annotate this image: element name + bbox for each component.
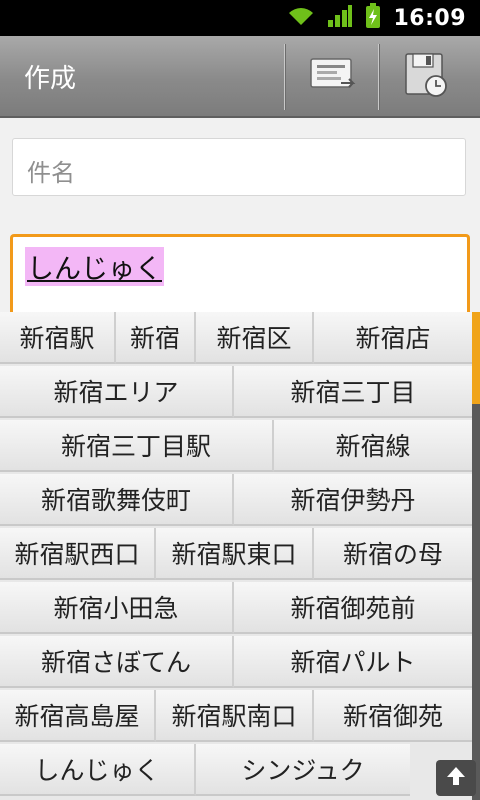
candidate-item[interactable]: しんじゅく [0, 744, 196, 796]
candidate-item[interactable]: 新宿三丁目駅 [0, 420, 274, 472]
subject-placeholder: 件名 [27, 159, 75, 187]
clock: 16:09 [393, 5, 466, 31]
candidate-item[interactable]: 新宿エリア [0, 366, 234, 418]
candidate-item[interactable]: 新宿の母 [314, 528, 472, 580]
body-field[interactable]: しんじゅく [10, 234, 470, 314]
save-draft-button[interactable] [380, 36, 474, 118]
candidate-item[interactable]: 新宿歌舞伎町 [0, 474, 234, 526]
candidate-item[interactable]: 新宿駅 [0, 312, 116, 364]
candidate-item[interactable]: 新宿高島屋 [0, 690, 156, 742]
save-draft-icon [402, 50, 452, 104]
candidate-item[interactable]: 新宿小田急 [0, 582, 234, 634]
candidate-item[interactable]: 新宿駅南口 [156, 690, 314, 742]
candidate-item[interactable]: 新宿パルト [234, 636, 472, 688]
candidate-item[interactable]: 新宿線 [274, 420, 472, 472]
status-icons: 16:09 [287, 0, 466, 36]
candidate-item[interactable]: シンジュク [196, 744, 410, 796]
candidate-row: 新宿エリア 新宿三丁目 [0, 366, 472, 418]
page-title: 作成 [24, 64, 77, 94]
candidate-list: 新宿駅 新宿 新宿区 新宿店 新宿エリア 新宿三丁目 新宿三丁目駅 新宿線 新宿… [0, 312, 480, 800]
scrollbar-thumb[interactable] [472, 312, 480, 404]
candidate-item[interactable]: 新宿三丁目 [234, 366, 472, 418]
candidate-item[interactable]: 新宿さぼてん [0, 636, 234, 688]
candidate-row: 新宿高島屋 新宿駅南口 新宿御苑 [0, 690, 472, 742]
arrow-up-icon [444, 764, 468, 792]
candidate-row: 新宿駅西口 新宿駅東口 新宿の母 [0, 528, 472, 580]
candidate-item[interactable]: 新宿 [116, 312, 196, 364]
scroll-up-button[interactable] [436, 760, 476, 796]
candidate-row: しんじゅく シンジュク [0, 744, 472, 796]
action-divider [284, 44, 285, 110]
status-bar: 16:09 [0, 0, 480, 36]
candidate-item[interactable]: 新宿御苑前 [234, 582, 472, 634]
composing-text: しんじゅく [25, 247, 164, 286]
candidate-item[interactable]: 新宿御苑 [314, 690, 472, 742]
scrollbar-track[interactable] [472, 312, 480, 800]
compose-form: 件名 しんじゅく [0, 118, 480, 314]
wifi-icon [287, 5, 315, 31]
action-bar: 作成 [0, 36, 480, 118]
candidate-item[interactable]: 新宿伊勢丹 [234, 474, 472, 526]
candidate-row: 新宿駅 新宿 新宿区 新宿店 [0, 312, 472, 364]
candidate-item[interactable]: 新宿区 [196, 312, 314, 364]
insert-template-button[interactable] [286, 36, 380, 118]
candidate-row: 新宿三丁目駅 新宿線 [0, 420, 472, 472]
candidate-item[interactable]: 新宿店 [314, 312, 472, 364]
battery-charging-icon [365, 3, 381, 33]
action-divider [378, 44, 379, 110]
insert-template-icon [307, 53, 359, 101]
subject-field[interactable]: 件名 [12, 138, 466, 196]
candidate-row: 新宿さぼてん 新宿パルト [0, 636, 472, 688]
candidate-row: 新宿小田急 新宿御苑前 [0, 582, 472, 634]
candidate-row: 新宿歌舞伎町 新宿伊勢丹 [0, 474, 472, 526]
signal-icon [327, 4, 353, 32]
candidate-item[interactable]: 新宿駅東口 [156, 528, 314, 580]
candidate-item[interactable]: 新宿駅西口 [0, 528, 156, 580]
